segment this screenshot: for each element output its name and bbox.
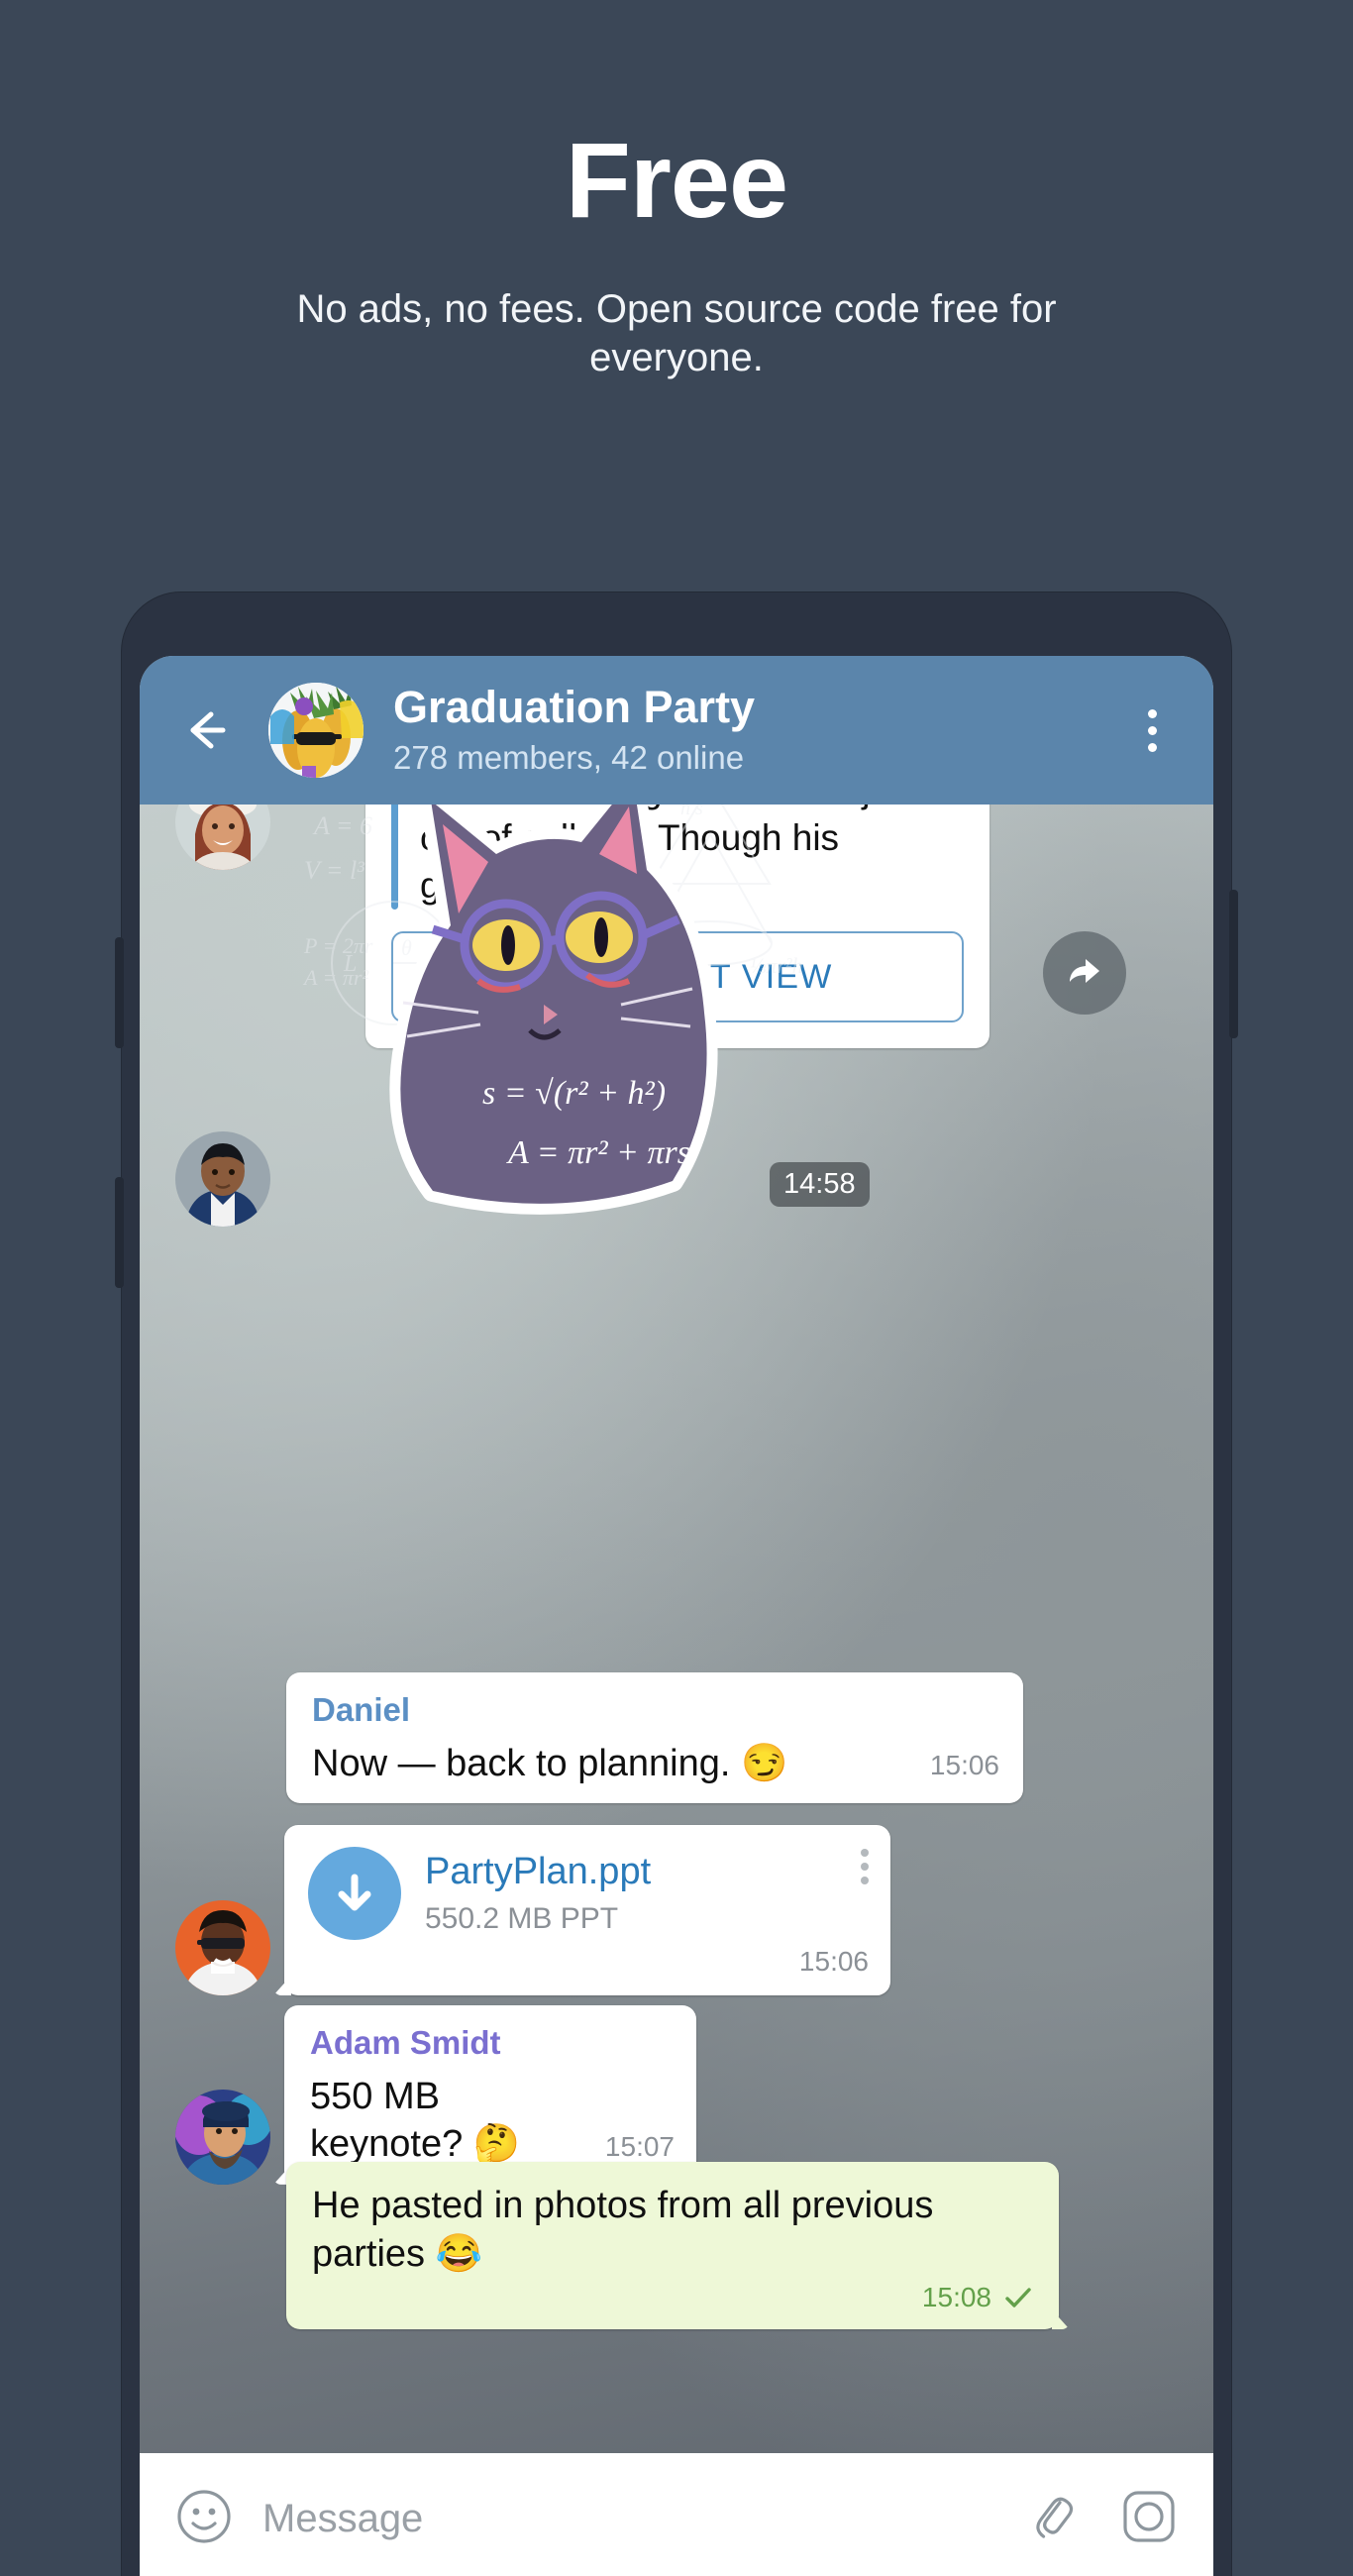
chat-avatar[interactable] [268, 683, 364, 778]
message-text: He pasted in photos from all previous pa… [312, 2185, 934, 2275]
message-bubble[interactable]: Adam Smidt 550 MB keynote? 🤔 15:07 [284, 2005, 696, 2185]
svg-text:θ: θ [401, 935, 412, 960]
smiley-icon[interactable] [175, 2488, 233, 2550]
message-file: PartyPlan.ppt 550.2 MB PPT 15:06 [175, 1825, 890, 1995]
svg-text:A = πr² + πrs: A = πr² + πrs [506, 1134, 690, 1171]
svg-text:⅓πr²h: ⅓πr²h [750, 953, 803, 978]
message-text: 550 MB keynote? 🤔 [310, 2075, 521, 2166]
outgoing-bubble[interactable]: He pasted in photos from all previous pa… [286, 2162, 1059, 2330]
svg-text:s = √(r² + h²): s = √(r² + h²) [482, 1075, 666, 1112]
phone-frame: Graduation Party 278 members, 42 online [115, 592, 1238, 2576]
message-adam-smidt: Adam Smidt 550 MB keynote? 🤔 15:07 [175, 2005, 696, 2185]
file-bubble[interactable]: PartyPlan.ppt 550.2 MB PPT 15:06 [284, 1825, 890, 1995]
message-time: 15:08 [921, 2282, 991, 2313]
message-input-bar: Message [140, 2453, 1213, 2576]
chat-header: Graduation Party 278 members, 42 online [140, 656, 1213, 805]
promo-header: Free No ads, no fees. Open source code f… [0, 0, 1353, 382]
kebab-menu-icon[interactable] [1126, 698, 1178, 762]
svg-text:L: L [343, 951, 357, 977]
message-sticker: A = 6 V = l³ P = 2πr A = πr² L = πr θ h … [175, 805, 1176, 1227]
promo-subtitle: No ads, no fees. Open source code free f… [296, 287, 1057, 379]
file-options-icon[interactable] [861, 1849, 869, 1884]
download-arrow-icon[interactable] [308, 1847, 401, 1940]
chat-subtitle: 278 members, 42 online [393, 738, 745, 776]
chat-message-list[interactable]: Einstein struggled to find a job out of … [140, 805, 1213, 2576]
chat-title: Graduation Party [393, 682, 756, 733]
svg-text:V = l³: V = l³ [304, 856, 365, 885]
sticker-timestamp: 14:58 [770, 1162, 870, 1207]
back-arrow-icon[interactable] [173, 698, 237, 762]
message-time: 15:06 [929, 1750, 999, 1781]
promo-title: Free [565, 120, 788, 240]
avatar[interactable] [175, 805, 270, 870]
volume-down-button[interactable] [115, 1177, 124, 1288]
message-time: 15:06 [798, 1946, 869, 1977]
message-input-placeholder[interactable]: Message [262, 2497, 1025, 2541]
sticker-cat-with-glasses[interactable]: A = 6 V = l³ P = 2πr A = πr² L = πr θ h … [284, 805, 839, 1231]
paperclip-icon[interactable] [1025, 2490, 1079, 2548]
camera-icon[interactable] [1120, 2488, 1178, 2550]
chat-title-block[interactable]: Graduation Party 278 members, 42 online [393, 682, 1126, 778]
message-outgoing: He pasted in photos from all previous pa… [286, 2162, 1059, 2330]
volume-up-button[interactable] [115, 937, 124, 1048]
forward-arrow-icon [1070, 959, 1099, 983]
message-sender: Daniel [312, 1691, 411, 1728]
forward-button[interactable] [1043, 931, 1126, 1015]
avatar[interactable] [175, 1900, 270, 1995]
svg-text:A = 6: A = 6 [312, 811, 372, 840]
message-text: Now — back to planning. 😏 [312, 1742, 788, 1784]
phone-screen: Graduation Party 278 members, 42 online [140, 656, 1213, 2576]
message-sender: Adam Smidt [310, 2024, 501, 2061]
power-button[interactable] [1229, 890, 1238, 1038]
file-name[interactable]: PartyPlan.ppt [425, 1851, 861, 1894]
message-bubble[interactable]: Daniel Now — back to planning. 😏 15:06 [286, 1672, 1023, 1804]
check-icon [1005, 2288, 1031, 2308]
avatar[interactable] [175, 1131, 270, 1227]
message-daniel: Daniel Now — back to planning. 😏 15:06 [286, 1672, 1023, 1804]
promo-page: Free No ads, no fees. Open source code f… [0, 0, 1353, 2576]
file-meta: 550.2 MB PPT [425, 1901, 619, 1935]
avatar[interactable] [175, 2089, 270, 2185]
